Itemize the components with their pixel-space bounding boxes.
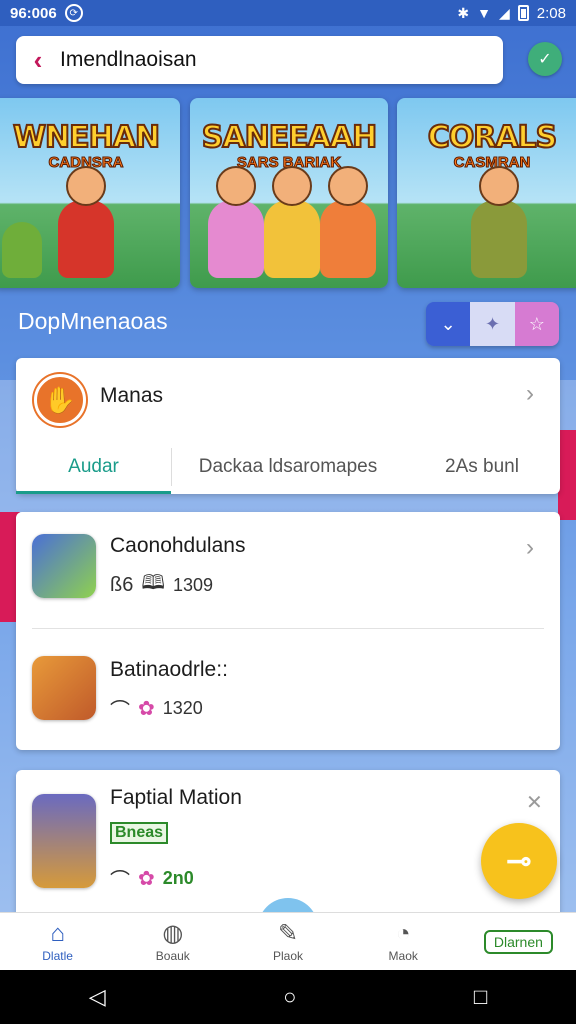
- list-item[interactable]: Caonohdulans ß6 🕮 1309 ›: [16, 512, 560, 628]
- banner-character: [58, 166, 114, 278]
- globe-icon: ◍: [162, 919, 184, 947]
- nav-item-home[interactable]: ⌂ Dlatle: [0, 913, 115, 970]
- section-title: DopMnenaoas: [18, 308, 168, 334]
- search-input[interactable]: Imendlnaoisan: [60, 48, 197, 72]
- profile-filter-card: ✋ Manas › Audar Dackaa ldsaromapes 2As b…: [16, 358, 560, 494]
- profile-button[interactable]: ✓: [528, 42, 562, 76]
- banner-character: [320, 166, 376, 278]
- person-icon[interactable]: ✦: [470, 302, 515, 346]
- banner-carousel[interactable]: WNEHAN CADNSRA SANEEAAH SARS BARIAK CORA…: [0, 98, 576, 288]
- system-nav-bar: ◁ ○ □: [0, 970, 576, 1024]
- bluetooth-icon: ✱: [457, 4, 470, 21]
- close-icon[interactable]: ✕: [526, 790, 543, 815]
- tooth-icon: ⌒: [110, 700, 130, 722]
- chevron-right-icon[interactable]: ›: [526, 380, 534, 408]
- status-bar: 96:006 ⟳ ✱ ▼ ◢ 2:08: [0, 0, 576, 26]
- list-item-title: Caonohdulans: [110, 534, 246, 557]
- banner-title: CORALS: [427, 119, 559, 156]
- butterfly-icon: ✿: [138, 868, 155, 890]
- list-item-count: 1320: [162, 698, 203, 718]
- banner-title: SANEEAAH: [201, 119, 378, 156]
- bottom-nav: ⌂ Dlatle ◍ Boauk ✎ Plaok ◔ Maok Dlarnen: [0, 912, 576, 970]
- app-icon: [32, 534, 96, 598]
- nav-pill-label: Dlarnen: [483, 929, 553, 954]
- status-time-right: 2:08: [536, 4, 566, 22]
- app-list-card: Caonohdulans ß6 🕮 1309 › Batinaodrle:: ⌒…: [16, 512, 560, 750]
- featured-value: 2n0: [162, 868, 194, 888]
- banner-card[interactable]: CORALS CASMRAN: [397, 98, 576, 288]
- list-item-count: 1309: [172, 574, 213, 595]
- banner-character: [471, 166, 527, 278]
- pen-icon: ✎: [277, 919, 299, 947]
- app-icon: [32, 656, 96, 720]
- nav-label: Dlatle: [42, 948, 73, 963]
- nav-label: Maok: [388, 948, 418, 963]
- tab-dackaa[interactable]: Dackaa ldsaromapes: [172, 440, 404, 494]
- check-icon: ✓: [538, 51, 552, 68]
- profile-name: Manas: [100, 384, 164, 407]
- list-item-title: Batinaodrle::: [110, 658, 228, 681]
- banner-character: [2, 222, 42, 278]
- filter-tabs: Audar Dackaa ldsaromapes 2As bunl: [16, 440, 560, 494]
- divider: [32, 628, 544, 629]
- badge-icon: ß6: [110, 573, 134, 596]
- banner-subtitle: CASMRAN: [453, 154, 531, 172]
- recents-icon[interactable]: □: [474, 984, 487, 1010]
- banner-card[interactable]: WNEHAN CADNSRA: [0, 98, 180, 288]
- home-circle-icon[interactable]: ○: [283, 984, 296, 1010]
- tab-2as[interactable]: 2As bunl: [404, 440, 560, 494]
- status-time-left: 96:006: [10, 4, 57, 22]
- search-bar[interactable]: ‹ Imendlnaoisan: [16, 36, 503, 84]
- banner-title: WNEHAN: [12, 119, 161, 156]
- nav-label: Boauk: [155, 948, 190, 963]
- signal-icon: ◢: [499, 4, 510, 21]
- banner-character: [264, 166, 320, 278]
- banner-card[interactable]: SANEEAAH SARS BARIAK: [190, 98, 388, 288]
- nav-item-boauk[interactable]: ◍ Boauk: [115, 913, 230, 970]
- nav-item-dlarnen[interactable]: Dlarnen: [461, 913, 576, 970]
- tab-audar[interactable]: Audar: [16, 440, 171, 494]
- sync-icon: ⟳: [64, 4, 83, 22]
- battery-icon: [517, 5, 529, 21]
- nav-item-maok[interactable]: ◔ Maok: [346, 913, 461, 970]
- back-icon[interactable]: ◁: [89, 984, 106, 1010]
- back-arrow-icon[interactable]: ‹: [16, 45, 60, 76]
- key-icon: ⊸: [506, 844, 532, 878]
- key-fab-button[interactable]: ⊸: [481, 823, 557, 899]
- chevron-down-icon[interactable]: ⌄: [426, 302, 471, 346]
- butterfly-icon: ✿: [138, 698, 155, 720]
- list-item[interactable]: Batinaodrle:: ⌒ ✿ 1320: [16, 634, 560, 750]
- view-toggle[interactable]: ⌄ ✦ ☆: [426, 302, 559, 346]
- bot-icon: 🕮: [141, 572, 165, 594]
- tooth-icon: ⌒: [110, 870, 130, 892]
- home-icon: ⌂: [50, 919, 65, 947]
- nav-item-plaok[interactable]: ✎ Plaok: [230, 913, 345, 970]
- avatar[interactable]: ✋: [34, 374, 86, 426]
- star-icon[interactable]: ☆: [514, 302, 559, 346]
- wifi-icon: ▼: [477, 5, 492, 21]
- chevron-right-icon[interactable]: ›: [526, 534, 534, 562]
- background-band: [558, 430, 576, 520]
- banner-character: [208, 166, 264, 278]
- nav-label: Plaok: [272, 948, 304, 963]
- timer-icon: ◔: [395, 919, 411, 947]
